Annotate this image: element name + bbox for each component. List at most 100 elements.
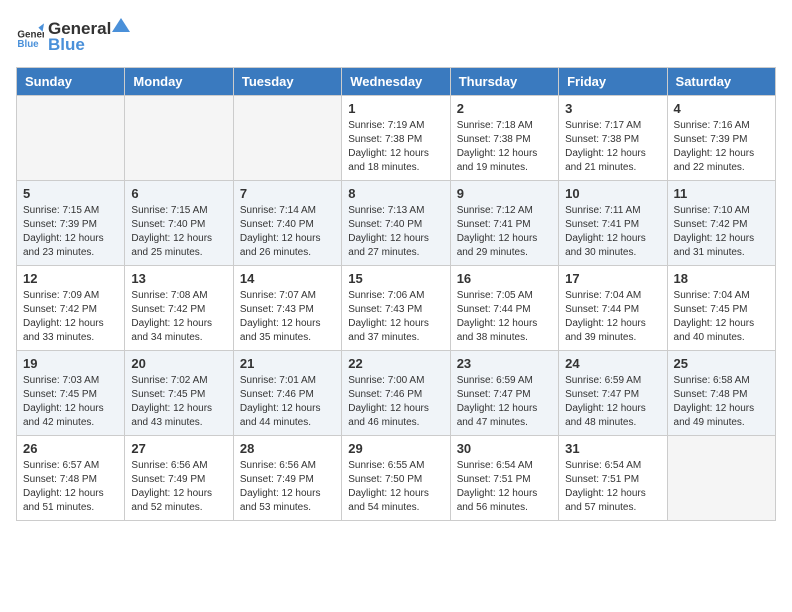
calendar-cell: 1 Sunrise: 7:19 AM Sunset: 7:38 PM Daylig…	[342, 96, 450, 181]
calendar-cell: 27 Sunrise: 6:56 AM Sunset: 7:49 PM Dayli…	[125, 436, 233, 521]
calendar-table: SundayMondayTuesdayWednesdayThursdayFrid…	[16, 67, 776, 521]
day-info: Sunrise: 7:18 AM Sunset: 7:38 PM Dayligh…	[457, 119, 552, 175]
day-number: 23	[457, 356, 552, 371]
day-info: Sunrise: 6:54 AM Sunset: 7:51 PM Dayligh…	[457, 459, 552, 515]
logo: General Blue General Blue	[16, 16, 131, 55]
calendar-cell: 15 Sunrise: 7:06 AM Sunset: 7:43 PM Dayli…	[342, 266, 450, 351]
calendar-cell: 19 Sunrise: 7:03 AM Sunset: 7:45 PM Dayli…	[17, 351, 125, 436]
calendar-cell: 31 Sunrise: 6:54 AM Sunset: 7:51 PM Dayli…	[559, 436, 667, 521]
calendar-cell: 12Sunrise: 7:09 AM Sunset: 7:42 PM Dayli…	[17, 266, 125, 351]
svg-text:Blue: Blue	[17, 39, 39, 50]
day-number: 6	[131, 186, 226, 201]
day-number: 10	[565, 186, 660, 201]
day-info: Sunrise: 7:06 AM Sunset: 7:43 PM Dayligh…	[348, 289, 443, 345]
day-info: Sunrise: 7:01 AM Sunset: 7:46 PM Dayligh…	[240, 374, 335, 430]
day-number: 7	[240, 186, 335, 201]
weekday-header-monday: Monday	[125, 68, 233, 96]
day-info: Sunrise: 7:04 AM Sunset: 7:45 PM Dayligh…	[674, 289, 769, 345]
calendar-cell: 8 Sunrise: 7:13 AM Sunset: 7:40 PM Daylig…	[342, 181, 450, 266]
day-info: Sunrise: 7:16 AM Sunset: 7:39 PM Dayligh…	[674, 119, 769, 175]
day-info: Sunrise: 7:14 AM Sunset: 7:40 PM Dayligh…	[240, 204, 335, 260]
calendar-cell	[233, 96, 341, 181]
day-number: 9	[457, 186, 552, 201]
weekday-header-saturday: Saturday	[667, 68, 775, 96]
day-number: 25	[674, 356, 769, 371]
calendar-cell: 7 Sunrise: 7:14 AM Sunset: 7:40 PM Daylig…	[233, 181, 341, 266]
calendar-week-row: 19 Sunrise: 7:03 AM Sunset: 7:45 PM Dayli…	[17, 351, 776, 436]
day-number: 30	[457, 441, 552, 456]
logo-icon: General Blue	[16, 22, 44, 50]
day-number: 3	[565, 101, 660, 116]
weekday-header-wednesday: Wednesday	[342, 68, 450, 96]
day-info: Sunrise: 6:59 AM Sunset: 7:47 PM Dayligh…	[565, 374, 660, 430]
calendar-cell: 5 Sunrise: 7:15 AM Sunset: 7:39 PM Daylig…	[17, 181, 125, 266]
day-number: 12	[23, 271, 118, 286]
day-number: 31	[565, 441, 660, 456]
day-number: 14	[240, 271, 335, 286]
day-number: 16	[457, 271, 552, 286]
day-info: Sunrise: 7:02 AM Sunset: 7:45 PM Dayligh…	[131, 374, 226, 430]
calendar-cell: 6 Sunrise: 7:15 AM Sunset: 7:40 PM Daylig…	[125, 181, 233, 266]
day-number: 24	[565, 356, 660, 371]
day-info: Sunrise: 7:11 AM Sunset: 7:41 PM Dayligh…	[565, 204, 660, 260]
day-info: Sunrise: 7:00 AM Sunset: 7:46 PM Dayligh…	[348, 374, 443, 430]
weekday-header-thursday: Thursday	[450, 68, 558, 96]
day-number: 4	[674, 101, 769, 116]
day-number: 20	[131, 356, 226, 371]
calendar-cell: 22Sunrise: 7:00 AM Sunset: 7:46 PM Dayli…	[342, 351, 450, 436]
day-info: Sunrise: 7:07 AM Sunset: 7:43 PM Dayligh…	[240, 289, 335, 345]
calendar-cell: 24 Sunrise: 6:59 AM Sunset: 7:47 PM Dayli…	[559, 351, 667, 436]
day-info: Sunrise: 6:54 AM Sunset: 7:51 PM Dayligh…	[565, 459, 660, 515]
day-number: 19	[23, 356, 118, 371]
day-number: 13	[131, 271, 226, 286]
day-info: Sunrise: 7:17 AM Sunset: 7:38 PM Dayligh…	[565, 119, 660, 175]
calendar-cell	[125, 96, 233, 181]
page-header: General Blue General Blue	[16, 16, 776, 55]
day-number: 27	[131, 441, 226, 456]
calendar-cell: 26 Sunrise: 6:57 AM Sunset: 7:48 PM Dayli…	[17, 436, 125, 521]
calendar-cell: 25 Sunrise: 6:58 AM Sunset: 7:48 PM Dayli…	[667, 351, 775, 436]
calendar-cell: 30 Sunrise: 6:54 AM Sunset: 7:51 PM Dayli…	[450, 436, 558, 521]
weekday-header-friday: Friday	[559, 68, 667, 96]
day-number: 15	[348, 271, 443, 286]
calendar-cell: 2 Sunrise: 7:18 AM Sunset: 7:38 PM Daylig…	[450, 96, 558, 181]
day-number: 1	[348, 101, 443, 116]
calendar-cell: 21 Sunrise: 7:01 AM Sunset: 7:46 PM Dayli…	[233, 351, 341, 436]
calendar-cell: 9 Sunrise: 7:12 AM Sunset: 7:41 PM Daylig…	[450, 181, 558, 266]
calendar-cell: 29Sunrise: 6:55 AM Sunset: 7:50 PM Dayli…	[342, 436, 450, 521]
calendar-cell: 23 Sunrise: 6:59 AM Sunset: 7:47 PM Dayli…	[450, 351, 558, 436]
day-info: Sunrise: 7:05 AM Sunset: 7:44 PM Dayligh…	[457, 289, 552, 345]
day-info: Sunrise: 6:58 AM Sunset: 7:48 PM Dayligh…	[674, 374, 769, 430]
calendar-cell: 13 Sunrise: 7:08 AM Sunset: 7:42 PM Dayli…	[125, 266, 233, 351]
day-info: Sunrise: 7:13 AM Sunset: 7:40 PM Dayligh…	[348, 204, 443, 260]
day-number: 8	[348, 186, 443, 201]
day-number: 2	[457, 101, 552, 116]
day-number: 26	[23, 441, 118, 456]
logo-triangle-icon	[112, 16, 130, 34]
calendar-week-row: 26 Sunrise: 6:57 AM Sunset: 7:48 PM Dayli…	[17, 436, 776, 521]
weekday-header-sunday: Sunday	[17, 68, 125, 96]
calendar-cell: 17 Sunrise: 7:04 AM Sunset: 7:44 PM Dayli…	[559, 266, 667, 351]
day-info: Sunrise: 7:08 AM Sunset: 7:42 PM Dayligh…	[131, 289, 226, 345]
day-info: Sunrise: 7:15 AM Sunset: 7:39 PM Dayligh…	[23, 204, 118, 260]
day-info: Sunrise: 7:04 AM Sunset: 7:44 PM Dayligh…	[565, 289, 660, 345]
calendar-cell: 3 Sunrise: 7:17 AM Sunset: 7:38 PM Daylig…	[559, 96, 667, 181]
calendar-cell: 18 Sunrise: 7:04 AM Sunset: 7:45 PM Dayli…	[667, 266, 775, 351]
day-info: Sunrise: 6:56 AM Sunset: 7:49 PM Dayligh…	[131, 459, 226, 515]
day-info: Sunrise: 7:12 AM Sunset: 7:41 PM Dayligh…	[457, 204, 552, 260]
day-info: Sunrise: 7:19 AM Sunset: 7:38 PM Dayligh…	[348, 119, 443, 175]
day-number: 21	[240, 356, 335, 371]
calendar-cell: 11 Sunrise: 7:10 AM Sunset: 7:42 PM Dayli…	[667, 181, 775, 266]
day-number: 18	[674, 271, 769, 286]
day-info: Sunrise: 7:15 AM Sunset: 7:40 PM Dayligh…	[131, 204, 226, 260]
weekday-header-tuesday: Tuesday	[233, 68, 341, 96]
day-number: 5	[23, 186, 118, 201]
day-number: 17	[565, 271, 660, 286]
day-number: 11	[674, 186, 769, 201]
day-info: Sunrise: 7:03 AM Sunset: 7:45 PM Dayligh…	[23, 374, 118, 430]
day-info: Sunrise: 6:57 AM Sunset: 7:48 PM Dayligh…	[23, 459, 118, 515]
day-info: Sunrise: 6:59 AM Sunset: 7:47 PM Dayligh…	[457, 374, 552, 430]
day-info: Sunrise: 6:55 AM Sunset: 7:50 PM Dayligh…	[348, 459, 443, 515]
day-info: Sunrise: 7:10 AM Sunset: 7:42 PM Dayligh…	[674, 204, 769, 260]
calendar-cell	[667, 436, 775, 521]
